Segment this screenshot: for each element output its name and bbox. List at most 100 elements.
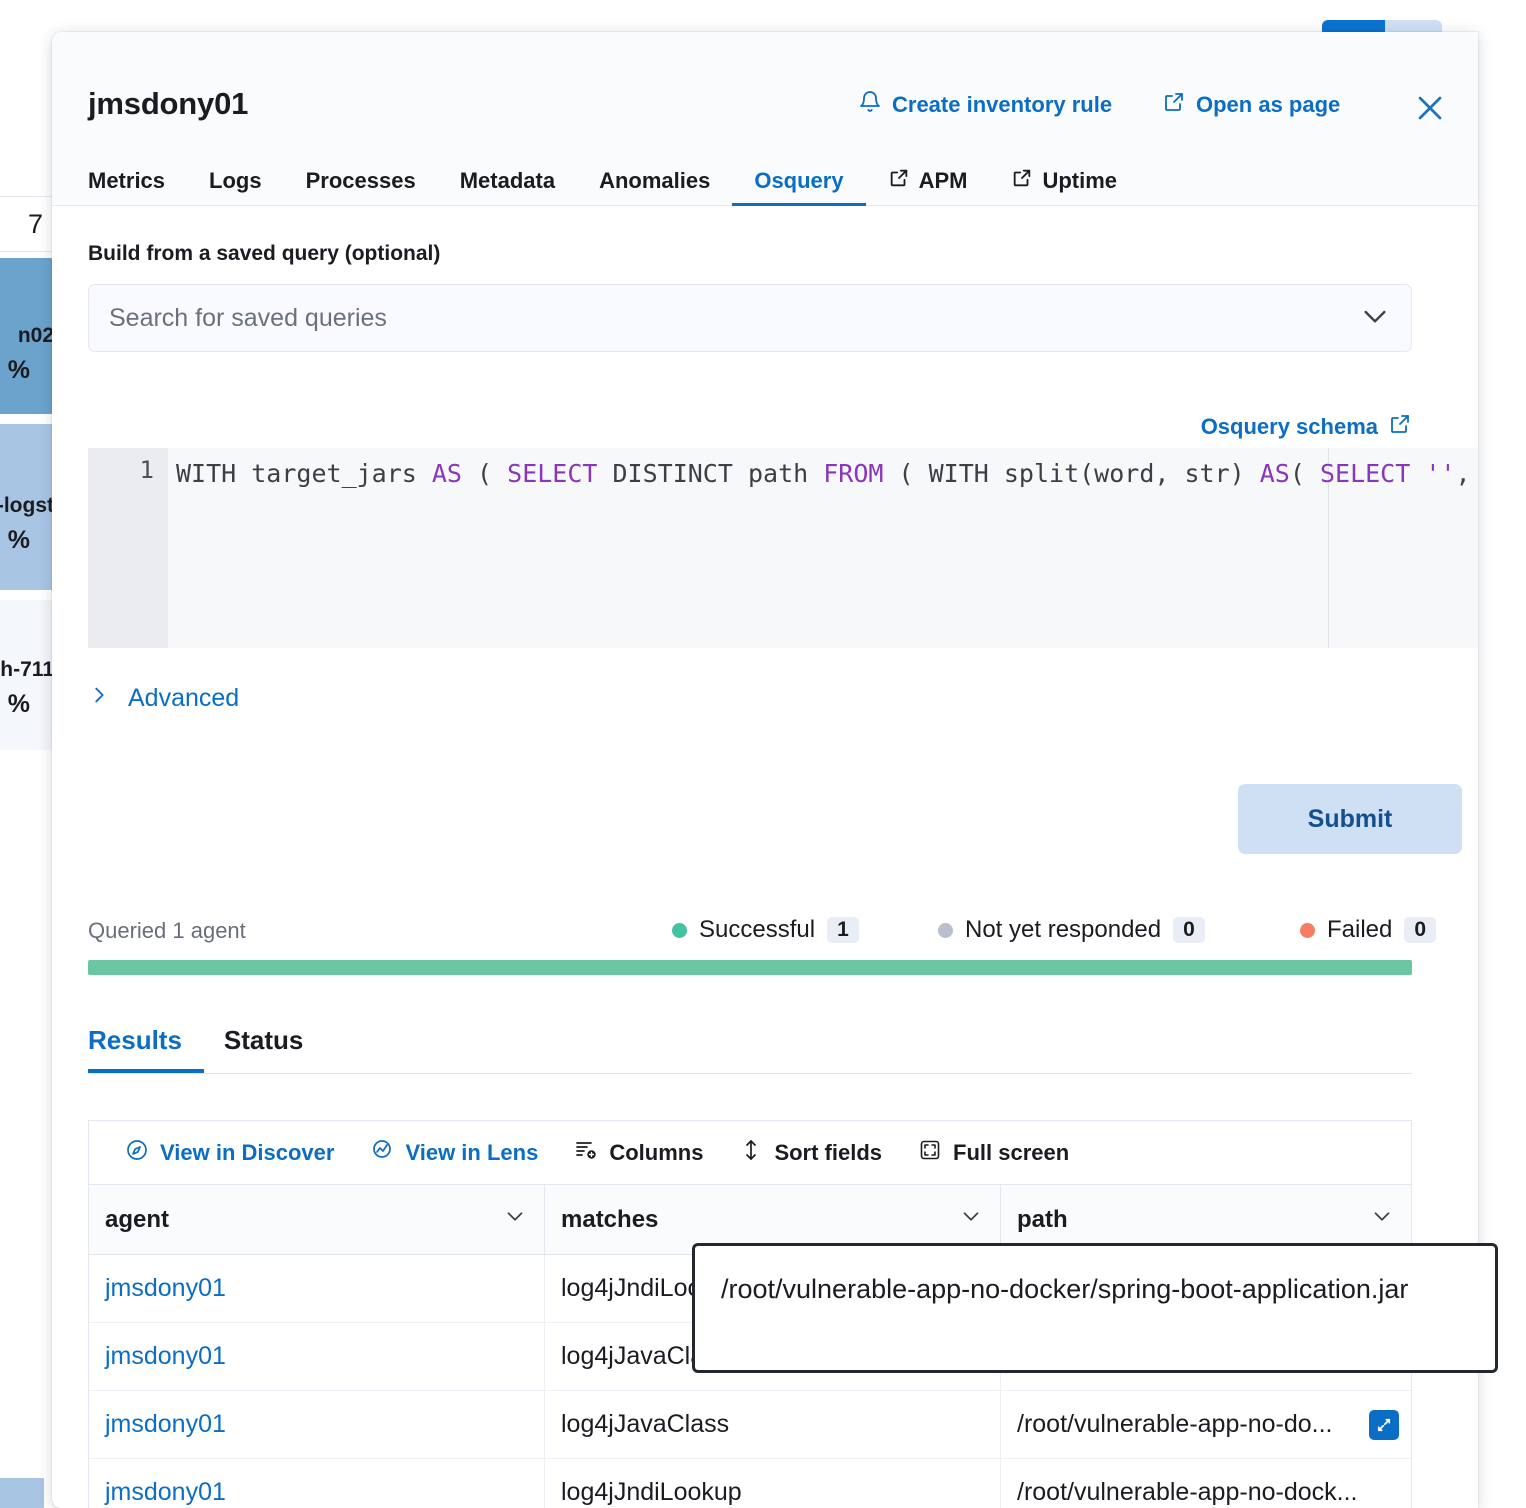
- tab-logs-label: Logs: [209, 168, 262, 193]
- background-tile-2-pct: %: [7, 526, 30, 554]
- columns-icon: [574, 1138, 598, 1168]
- tab-logs[interactable]: Logs: [187, 156, 284, 206]
- tab-anomalies-label: Anomalies: [599, 168, 711, 193]
- full-screen-button[interactable]: Full screen: [900, 1130, 1087, 1176]
- tab-status[interactable]: Status: [204, 1008, 323, 1072]
- view-in-discover-button[interactable]: View in Discover: [107, 1130, 352, 1176]
- status-successful-label: Successful: [699, 916, 816, 943]
- table-row[interactable]: jmsdony01 log4jJavaClass /root/vulnerabl…: [89, 1391, 1411, 1459]
- view-in-lens-button[interactable]: View in Lens: [352, 1130, 556, 1176]
- cell-agent[interactable]: jmsdony01: [89, 1323, 545, 1390]
- editor-line-number: 1: [139, 456, 154, 484]
- osquery-schema-label: Osquery schema: [1200, 414, 1378, 439]
- columns-label: Columns: [609, 1139, 704, 1165]
- status-not-yet-responded-dot: [938, 922, 953, 938]
- tab-apm[interactable]: APM: [866, 156, 990, 206]
- open-as-page-label: Open as page: [1196, 92, 1341, 117]
- close-icon[interactable]: [1410, 88, 1450, 128]
- data-grid-toolbar: View in Discover View in Lens Columns So…: [89, 1121, 1411, 1185]
- column-header-agent-label: agent: [105, 1205, 170, 1233]
- status-successful-count: 1: [827, 917, 859, 943]
- advanced-label: Advanced: [128, 684, 240, 712]
- chevron-down-icon[interactable]: [1369, 1203, 1395, 1236]
- tab-anomalies[interactable]: Anomalies: [577, 156, 732, 206]
- status-successful: Successful 1: [672, 916, 859, 944]
- results-tab-bar: Results Status: [88, 1008, 1412, 1074]
- background-tile-3-pct: %: [7, 690, 30, 718]
- path-tooltip: /root/vulnerable-app-no-docker/spring-bo…: [692, 1243, 1498, 1373]
- chevron-down-icon[interactable]: [958, 1203, 984, 1236]
- columns-button[interactable]: Columns: [556, 1130, 721, 1176]
- saved-query-placeholder: Search for saved queries: [109, 303, 387, 332]
- status-failed: Failed 0: [1300, 916, 1437, 944]
- background-tile-2-label: -logst: [0, 494, 54, 517]
- saved-query-select[interactable]: Search for saved queries: [88, 284, 1412, 352]
- tab-uptime[interactable]: Uptime: [989, 156, 1139, 206]
- status-successful-dot: [672, 922, 687, 938]
- cell-agent[interactable]: jmsdony01: [89, 1391, 545, 1458]
- table-row[interactable]: jmsdony01 log4jJndiLookup /root/vulnerab…: [89, 1459, 1411, 1508]
- fullscreen-icon: [918, 1138, 942, 1168]
- tab-metadata[interactable]: Metadata: [438, 156, 577, 206]
- tab-osquery-label: Osquery: [754, 168, 844, 193]
- cell-agent[interactable]: jmsdony01: [89, 1255, 545, 1322]
- saved-query-label: Build from a saved query (optional): [88, 242, 441, 265]
- sort-fields-button[interactable]: Sort fields: [721, 1130, 900, 1176]
- column-header-agent[interactable]: agent: [89, 1185, 545, 1254]
- expand-cell-icon[interactable]: [1369, 1409, 1399, 1440]
- view-in-lens-label: View in Lens: [405, 1139, 539, 1165]
- sort-icon: [739, 1138, 763, 1168]
- background-number-value: 7: [27, 208, 43, 239]
- flyout-tab-bar: Metrics Logs Processes Metadata Anomalie…: [88, 156, 1139, 206]
- background-tile-1-pct: %: [7, 356, 30, 384]
- status-failed-label: Failed: [1327, 916, 1393, 943]
- queried-agents-text: Queried 1 agent: [88, 918, 246, 943]
- view-in-discover-label: View in Discover: [160, 1139, 335, 1165]
- external-link-icon: [1162, 90, 1186, 120]
- background-tile-1-label: n02: [17, 324, 54, 347]
- tab-uptime-label: Uptime: [1042, 168, 1118, 193]
- agent-progress-bar: [88, 960, 1412, 975]
- background-tile-1: n02 %: [0, 258, 56, 414]
- lens-icon: [370, 1138, 394, 1168]
- column-header-matches-label: matches: [561, 1205, 659, 1233]
- chevron-down-icon: [1359, 300, 1391, 337]
- tab-results[interactable]: Results: [88, 1008, 204, 1073]
- cell-matches: log4jJndiLookup: [545, 1459, 1001, 1508]
- page-title: jmsdony01: [88, 86, 249, 121]
- tab-processes-label: Processes: [305, 168, 416, 193]
- external-link-icon: [1388, 412, 1412, 442]
- cell-agent[interactable]: jmsdony01: [89, 1459, 545, 1508]
- external-link-icon: [1011, 167, 1033, 195]
- status-failed-count: 0: [1404, 917, 1437, 943]
- status-not-yet-responded-label: Not yet responded: [965, 916, 1162, 943]
- advanced-toggle[interactable]: Advanced: [88, 684, 239, 713]
- query-code-editor[interactable]: 1 WITH target_jars AS ( SELECT DISTINCT …: [88, 448, 1478, 648]
- cell-path: /root/vulnerable-app-no-do...: [1001, 1391, 1411, 1458]
- chevron-down-icon[interactable]: [502, 1203, 528, 1236]
- tab-metrics-label: Metrics: [88, 168, 166, 193]
- create-inventory-rule-button[interactable]: Create inventory rule: [858, 90, 1112, 120]
- editor-gutter: 1: [88, 448, 168, 648]
- column-header-path-label: path: [1017, 1205, 1068, 1233]
- osquery-schema-link[interactable]: Osquery schema: [1201, 412, 1412, 442]
- tab-osquery[interactable]: Osquery: [732, 156, 866, 206]
- background-number-box: 7: [0, 196, 56, 252]
- chevron-right-icon: [88, 684, 110, 713]
- background-tile-3: h-711 %: [0, 600, 56, 750]
- open-as-page-button[interactable]: Open as page: [1162, 90, 1340, 120]
- query-code-text: WITH target_jars AS ( SELECT DISTINCT pa…: [176, 459, 1471, 488]
- cell-path: /root/vulnerable-app-no-dock...: [1017, 1478, 1358, 1506]
- tab-processes[interactable]: Processes: [284, 156, 438, 206]
- status-failed-dot: [1300, 922, 1315, 938]
- external-link-icon: [888, 167, 910, 195]
- background-tile-3-label: h-711: [0, 658, 54, 681]
- submit-button[interactable]: Submit: [1238, 784, 1462, 854]
- tab-metrics[interactable]: Metrics: [88, 156, 187, 206]
- status-not-yet-responded-count: 0: [1173, 917, 1205, 943]
- background-tile-2: -logst %: [0, 424, 56, 590]
- create-inventory-rule-label: Create inventory rule: [892, 92, 1113, 117]
- tab-apm-label: APM: [918, 168, 968, 193]
- full-screen-label: Full screen: [953, 1139, 1070, 1165]
- flyout-header: jmsdony01 Create inventory rule Open as …: [52, 32, 1478, 206]
